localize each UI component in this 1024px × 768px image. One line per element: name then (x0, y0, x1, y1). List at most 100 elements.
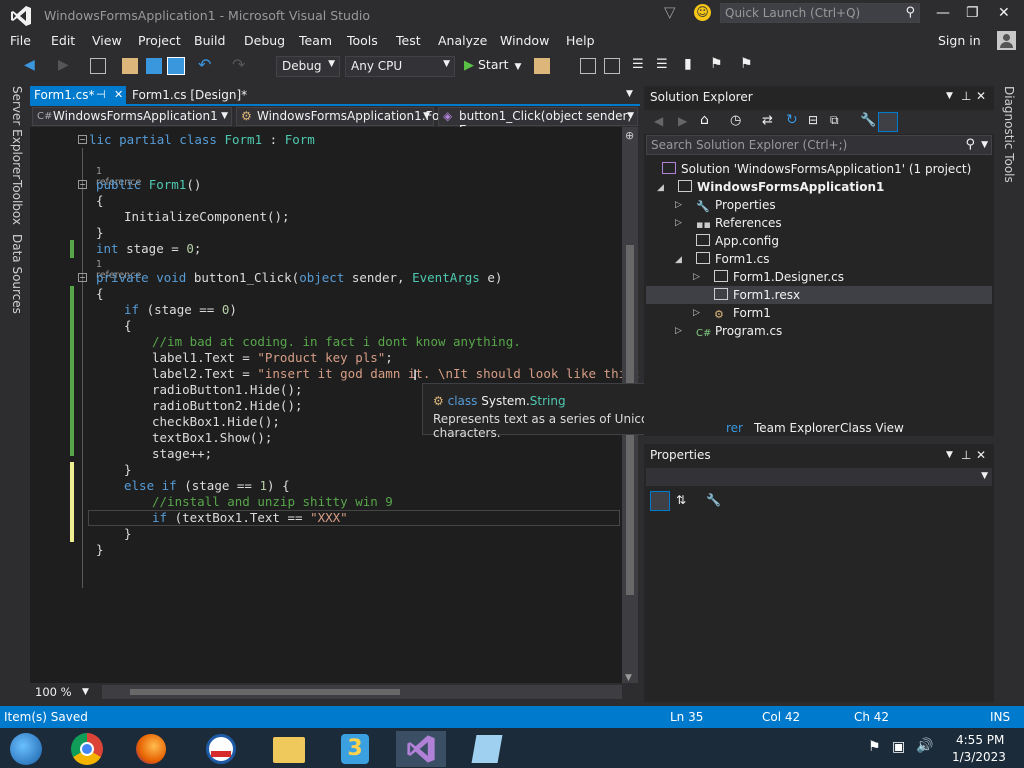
tree-item-form1-class[interactable]: ⚙ Form1 (714, 306, 771, 321)
collapse-toggle-icon[interactable]: − (78, 180, 87, 189)
quick-launch-input[interactable]: Quick Launch (Ctrl+Q) ⚲ (720, 3, 920, 23)
menu-team[interactable]: Team (299, 33, 332, 48)
categorized-view-icon[interactable] (650, 491, 670, 511)
minimize-icon[interactable]: — (936, 5, 950, 21)
network-icon[interactable]: ▣ (892, 739, 905, 755)
feedback-smiley-icon[interactable]: ☺ (694, 4, 711, 21)
editor-horizontal-scrollbar[interactable] (102, 685, 622, 699)
zoom-level[interactable]: 100 % (35, 685, 72, 699)
notification-filter-icon[interactable]: ▽ (664, 3, 676, 21)
find-in-files-icon[interactable] (534, 58, 550, 74)
tree-item-app-config[interactable]: App.config (696, 234, 779, 248)
collapse-arrow-icon[interactable]: ▷ (675, 200, 682, 210)
start-debugging-button[interactable]: ▶ Start ▼ (464, 57, 521, 73)
show-all-files-icon[interactable]: ⧉ (830, 113, 839, 128)
sync-icon[interactable]: ⇄ (762, 113, 773, 128)
tab-overflow-chevron-icon[interactable]: ▼ (626, 89, 633, 99)
chevron-down-icon[interactable]: ▼ (981, 140, 988, 150)
tab-form1-cs[interactable]: Form1.cs* ⊣ ✕ (30, 86, 126, 105)
step-into-icon[interactable] (580, 58, 596, 74)
close-tab-icon[interactable]: ✕ (114, 88, 123, 101)
collapse-toggle-icon[interactable]: − (78, 273, 87, 282)
navigate-back-icon[interactable]: ◀ (24, 57, 35, 73)
next-bookmark-icon[interactable]: ⚑ (740, 56, 753, 72)
panel-menu-chevron-icon[interactable]: ▼ (946, 91, 953, 101)
close-icon[interactable]: ✕ (998, 5, 1010, 21)
collapse-arrow-icon[interactable]: ▷ (693, 308, 700, 318)
panel-menu-chevron-icon[interactable]: ▼ (946, 450, 953, 460)
start-button[interactable] (2, 731, 52, 767)
undo-icon[interactable]: ↶ (198, 55, 211, 74)
collapse-toggle-icon[interactable]: − (78, 135, 87, 144)
split-editor-icon[interactable]: ⊕ (625, 129, 634, 142)
navigate-forward-icon[interactable]: ▶ (58, 57, 69, 73)
data-sources-tab[interactable]: Data Sources (10, 234, 24, 314)
pin-icon[interactable]: ⊥ (961, 448, 971, 462)
taskbar-obama-icon[interactable] (196, 731, 246, 767)
menu-test[interactable]: Test (396, 33, 421, 48)
save-all-icon[interactable] (167, 57, 185, 75)
tree-item-form1-cs[interactable]: Form1.cs (696, 252, 770, 266)
solution-configuration-dropdown[interactable]: Debug ▼ (276, 56, 340, 77)
collapse-arrow-icon[interactable]: ▷ (675, 218, 682, 228)
back-icon[interactable]: ◀ (654, 114, 663, 128)
tree-item-program-cs[interactable]: C# Program.cs (696, 324, 782, 340)
expand-arrow-icon[interactable]: ◢ (657, 183, 664, 193)
tab-form1-design[interactable]: Form1.cs [Design]* (128, 86, 248, 105)
alphabetical-sort-icon[interactable]: ⇅ (676, 493, 686, 507)
sign-in-link[interactable]: Sign in (938, 33, 981, 48)
menu-file[interactable]: File (10, 33, 31, 48)
clock-time[interactable]: 4:55 PM (956, 733, 1004, 747)
collapse-all-icon[interactable]: ⊟ (808, 113, 818, 127)
menu-view[interactable]: View (92, 33, 122, 48)
menu-analyze[interactable]: Analyze (438, 33, 487, 48)
type-navigation-dropdown[interactable]: ⚙ WindowsFormsApplication1.Fo ▼ (236, 107, 439, 126)
menu-help[interactable]: Help (566, 33, 595, 48)
taskbar-visual-studio-icon[interactable] (396, 731, 446, 767)
user-account-icon[interactable] (997, 31, 1016, 50)
new-project-icon[interactable] (90, 58, 106, 74)
comment-lines-icon[interactable]: ☰ (632, 57, 644, 72)
action-center-flag-icon[interactable]: ⚑ (868, 739, 881, 755)
menu-debug[interactable]: Debug (244, 33, 285, 48)
tree-item-solution[interactable]: Solution 'WindowsFormsApplication1' (1 p… (662, 162, 971, 176)
member-navigation-dropdown[interactable]: ◈ button1_Click(object sender, E ▼ (438, 107, 638, 137)
menu-window[interactable]: Window (500, 33, 549, 48)
taskbar-chrome-icon[interactable] (62, 731, 112, 767)
bookmark-icon[interactable]: ▮ (684, 56, 692, 72)
home-icon[interactable]: ⌂ (700, 112, 709, 128)
scroll-thumb[interactable] (130, 689, 400, 695)
toolbox-tab[interactable]: Toolbox (10, 180, 24, 225)
menu-build[interactable]: Build (194, 33, 225, 48)
collapse-arrow-icon[interactable]: ▷ (675, 326, 682, 336)
tree-item-form1-designer[interactable]: Form1.Designer.cs (714, 270, 844, 284)
tab-class-view[interactable]: Class View (840, 421, 904, 435)
forward-icon[interactable]: ▶ (678, 114, 687, 128)
menu-project[interactable]: Project (138, 33, 181, 48)
tree-item-form1-resx[interactable]: Form1.resx (714, 288, 800, 302)
pin-icon[interactable]: ⊥ (961, 89, 971, 103)
clock-date[interactable]: 1/3/2023 (952, 750, 1006, 764)
tab-solution-explorer[interactable]: rer (726, 421, 743, 435)
property-pages-wrench-icon[interactable]: 🔧 (706, 493, 721, 507)
previous-bookmark-icon[interactable]: ⚑ (710, 56, 723, 72)
redo-icon[interactable]: ↷ (232, 55, 245, 74)
save-icon[interactable] (146, 58, 162, 74)
properties-object-dropdown[interactable]: ▼ (646, 468, 992, 486)
open-file-icon[interactable] (122, 58, 138, 74)
solution-platform-dropdown[interactable]: Any CPU ▼ (345, 56, 455, 77)
taskbar-notepad-icon[interactable] (462, 731, 512, 767)
collapse-arrow-icon[interactable]: ▷ (693, 272, 700, 282)
restore-icon[interactable]: ❐ (966, 5, 979, 21)
tree-item-references[interactable]: ▪▪ References (696, 216, 782, 231)
refresh-icon[interactable]: ↻ (786, 112, 798, 128)
taskbar-app-3-icon[interactable]: 3 (330, 731, 380, 767)
project-navigation-dropdown[interactable]: C# WindowsFormsApplication1 ▼ (32, 107, 232, 126)
preview-selected-items-icon[interactable] (878, 112, 898, 132)
solution-explorer-search-input[interactable]: Search Solution Explorer (Ctrl+;) ⚲ ▼ (646, 135, 992, 155)
taskbar-file-explorer-icon[interactable] (264, 731, 314, 767)
close-panel-icon[interactable]: ✕ (976, 448, 986, 462)
menu-tools[interactable]: Tools (347, 33, 378, 48)
pin-icon[interactable]: ⊣ (96, 88, 106, 101)
close-panel-icon[interactable]: ✕ (976, 89, 986, 103)
